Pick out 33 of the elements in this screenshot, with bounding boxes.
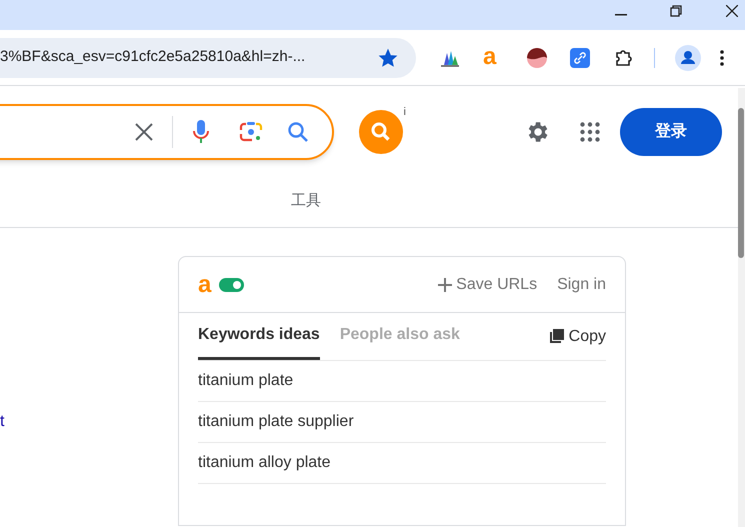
microphone-icon[interactable] [193,120,209,144]
tools-tab[interactable]: 工具 [291,190,321,213]
apps-grid-icon[interactable] [580,122,600,142]
close-icon[interactable] [726,5,738,17]
keyword-item[interactable]: titanium alloy plate [198,451,331,475]
menu-icon[interactable] [720,50,724,66]
sign-in-button[interactable]: 登录 [620,108,722,156]
result-link[interactable]: t [0,410,4,434]
panel-tab[interactable]: Keywords ideas [198,313,320,360]
restore-icon[interactable] [670,5,682,17]
plus-icon [438,278,452,292]
info-label: i [404,105,406,120]
clear-icon[interactable] [135,123,153,141]
scrollbar-thumb[interactable] [738,108,744,258]
save-urls-button[interactable]: Save URLs [438,272,538,296]
keyword-item[interactable]: titanium plate supplier [198,410,354,434]
keyword-item[interactable]: titanium plate [198,369,294,393]
swirl-extension-icon[interactable] [526,46,548,68]
enable-toggle[interactable] [219,278,244,292]
search-field[interactable] [0,104,334,160]
copy-button[interactable]: Copy [548,313,606,360]
puzzle-extensions-icon[interactable] [614,48,634,68]
link-extension-icon[interactable] [570,48,590,68]
sign-in-link[interactable]: Sign in [557,272,606,296]
camera-lens-icon[interactable] [239,121,263,143]
copy-icon [548,329,564,344]
minimize-icon[interactable] [615,14,627,16]
url-text: 3%BF&sca_esv=c91cfc2e5a25810a&hl=zh-... [0,47,306,68]
profile-avatar-icon[interactable] [675,44,701,70]
address-bar[interactable]: 3%BF&sca_esv=c91cfc2e5a25810a&hl=zh-... [0,38,416,78]
bookmark-star-icon[interactable] [378,48,398,68]
a-logo-icon: a [198,274,212,294]
search-icon[interactable] [287,121,309,143]
